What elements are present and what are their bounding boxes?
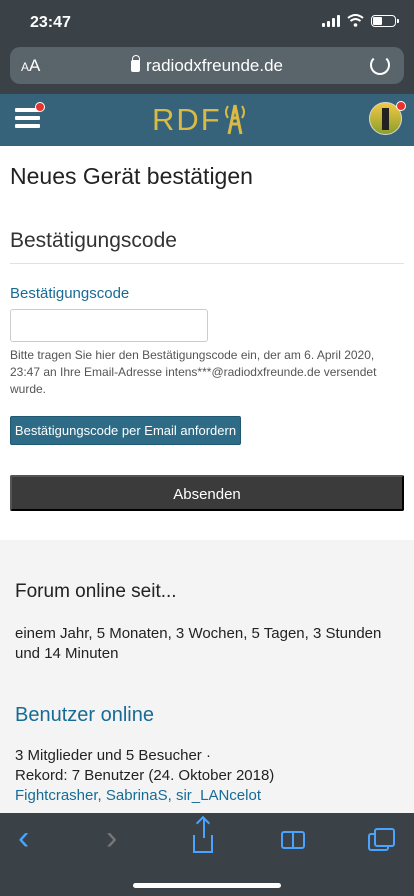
section-divider: [10, 263, 404, 264]
battery-icon: [371, 14, 399, 27]
online-user-link[interactable]: SabrinaS: [106, 787, 168, 804]
users-online-record: Rekord: 7 Benutzer (24. Oktober 2018): [15, 767, 275, 784]
forum-info-section: Forum online seit... einem Jahr, 5 Monat…: [0, 540, 414, 813]
lock-icon: [130, 55, 140, 72]
forward-icon: ›: [106, 819, 118, 857]
section-title: Bestätigungscode: [10, 229, 177, 252]
request-code-button[interactable]: Bestätigungscode per Email anfordern: [10, 416, 241, 445]
submit-button[interactable]: Absenden: [10, 475, 404, 511]
wifi-icon: [347, 14, 364, 27]
site-logo[interactable]: RDF: [152, 102, 222, 138]
site-header: RDF: [0, 94, 414, 146]
url-display[interactable]: radiodxfreunde.de: [10, 55, 404, 76]
home-indicator: [133, 883, 281, 888]
online-user-link[interactable]: Fightcrasher: [15, 787, 98, 804]
tabs-icon[interactable]: [368, 828, 395, 851]
status-time: 23:47: [30, 14, 71, 31]
confirmation-code-input[interactable]: [10, 309, 208, 342]
back-icon[interactable]: ‹: [18, 821, 48, 855]
reload-icon[interactable]: [370, 55, 390, 75]
address-bar[interactable]: AA radiodxfreunde.de: [10, 47, 404, 84]
forum-online-duration: einem Jahr, 5 Monaten, 3 Wochen, 5 Tagen…: [15, 625, 382, 662]
profile-notification-dot: [396, 101, 406, 111]
bookmarks-icon[interactable]: [281, 831, 305, 849]
online-user-link[interactable]: sir_LANcelot: [176, 787, 261, 804]
online-user-list: Fightcrasher, SabrinaS, sir_LANcelot: [15, 787, 261, 804]
confirmation-code-label: Bestätigungscode: [10, 285, 130, 302]
confirmation-help-text: Bitte tragen Sie hier den Bestätigungsco…: [10, 348, 377, 396]
browser-chrome: 23:47 AA radiodxfreunde.de: [0, 0, 414, 94]
signal-icon: [322, 14, 340, 27]
notification-dot: [35, 102, 45, 112]
forum-online-title: Forum online seit...: [15, 581, 177, 602]
radio-tower-icon: [225, 104, 245, 135]
share-icon[interactable]: [193, 818, 213, 853]
users-online-summary: 3 Mitglieder und 5 Besucher ·: [15, 747, 211, 764]
confirm-device-form: Neues Gerät bestätigen Bestätigungscode …: [0, 146, 414, 540]
status-icons: [322, 14, 399, 27]
page-title: Neues Gerät bestätigen: [10, 163, 253, 189]
users-online-title: Benutzer online: [15, 704, 154, 726]
